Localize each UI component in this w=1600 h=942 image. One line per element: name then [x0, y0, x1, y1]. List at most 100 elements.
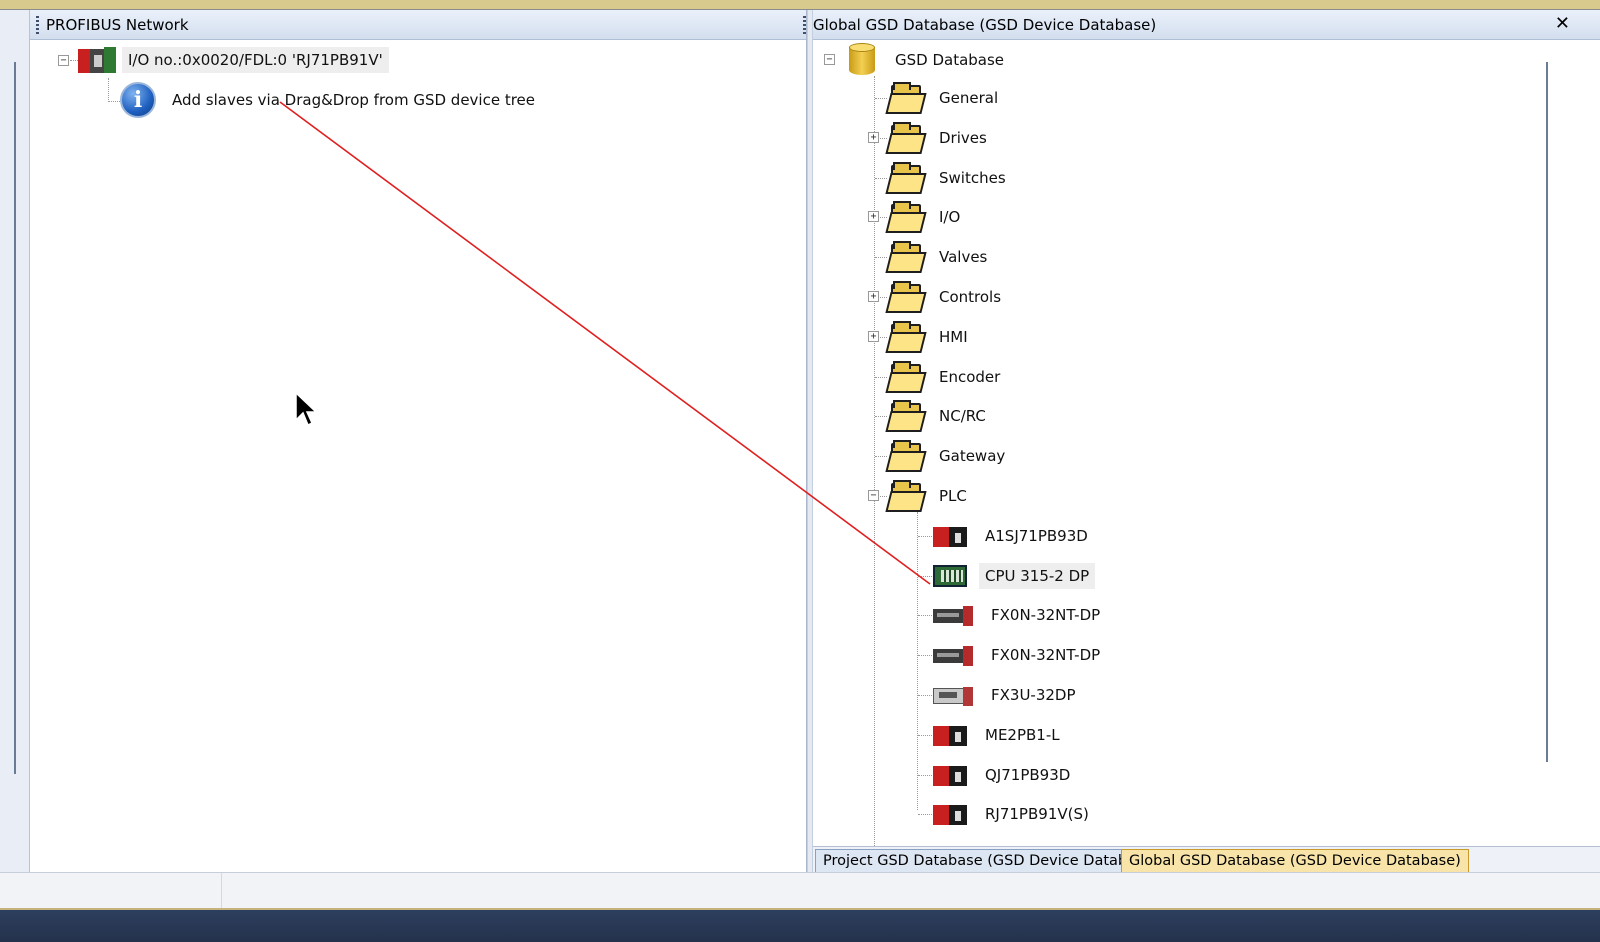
tree-connector	[918, 615, 932, 617]
info-icon: i	[120, 82, 156, 118]
red-module-icon	[933, 764, 967, 786]
tree-device-label: FX0N-32NT-DP	[991, 606, 1101, 625]
tree-folder-label: Drives	[939, 128, 987, 147]
tree-connector	[918, 734, 932, 736]
folder-icon	[885, 360, 927, 394]
panel-title: Global GSD Database (GSD Device Database…	[813, 16, 1157, 34]
folder-icon	[885, 121, 927, 155]
tree-folder-i-o[interactable]: I/O	[885, 199, 966, 235]
tree-device-me2pb1-l[interactable]: ME2PB1-L	[933, 717, 1066, 753]
tree-device-label: FX0N-32NT-DP	[991, 646, 1101, 665]
plc-master-icon	[78, 45, 116, 75]
tree-connector	[875, 177, 887, 179]
tree-folder-nc-rc[interactable]: NC/RC	[885, 398, 992, 434]
tree-connector	[70, 60, 78, 61]
tree-device-cpu-315-2-dp[interactable]: CPU 315-2 DP	[933, 558, 1096, 594]
tree-folder-label: Valves	[939, 248, 988, 267]
expand-hmi-icon[interactable]: +	[868, 330, 879, 342]
status-bar	[0, 872, 1600, 908]
folder-icon	[885, 81, 927, 115]
tree-folder-drives[interactable]: Drives	[885, 120, 993, 156]
left-dock-strip	[0, 10, 30, 890]
drag-grip-icon[interactable]	[803, 16, 806, 34]
right-scroll-indicator[interactable]	[1546, 62, 1548, 762]
tree-connector	[918, 535, 932, 537]
status-segment	[0, 873, 222, 908]
tree-folder-label: Controls	[939, 288, 1002, 306]
expand-controls-icon[interactable]: +	[868, 291, 879, 302]
expand-drives-icon[interactable]: +	[868, 131, 879, 143]
tree-folder-label: Encoder	[939, 367, 1001, 386]
tree-root-gsd-database[interactable]: GSD Database	[849, 42, 1010, 78]
tree-connector	[875, 98, 887, 99]
tree-device-label: CPU 315-2 DP	[979, 562, 1096, 589]
drag-grip-icon[interactable]	[36, 16, 39, 34]
collapse-master-icon[interactable]: −	[58, 55, 69, 66]
profibus-network-titlebar[interactable]: PROFIBUS Network	[30, 10, 806, 40]
tree-device-qj71pb93d[interactable]: QJ71PB93D	[933, 757, 1076, 793]
mouse-cursor-icon	[295, 392, 318, 427]
tree-device-label: QJ71PB93D	[985, 765, 1071, 784]
red-module-icon	[933, 724, 967, 746]
fx-module-icon	[933, 644, 973, 667]
folder-icon	[885, 200, 927, 234]
tree-folder-label: HMI	[939, 327, 968, 346]
folder-icon	[885, 399, 927, 433]
left-dock-scroll-indicator[interactable]	[14, 62, 16, 774]
folder-icon	[885, 280, 927, 314]
tree-folder-valves[interactable]: Valves	[885, 239, 993, 275]
info-hint-row: i Add slaves via Drag&Drop from GSD devi…	[120, 82, 541, 118]
window-bottom-bar	[0, 908, 1600, 942]
tree-device-a1sj71pb93d[interactable]: A1SJ71PB93D	[933, 518, 1094, 554]
green-module-icon	[933, 564, 967, 587]
tree-folder-switches[interactable]: Switches	[885, 160, 1012, 196]
expand-i-o-icon[interactable]: +	[868, 211, 879, 223]
tree-connector	[108, 78, 109, 102]
tree-folder-gateway[interactable]: Gateway	[885, 438, 1011, 474]
gsd-database-panel: Global GSD Database (GSD Device Database…	[803, 10, 1600, 890]
tree-device-fx0n-32nt-dp[interactable]: FX0N-32NT-DP	[933, 637, 1106, 673]
database-icon	[849, 43, 875, 77]
tree-connector	[918, 695, 932, 696]
tree-device-label: A1SJ71PB93D	[985, 526, 1088, 545]
tree-folder-hmi[interactable]: HMI	[885, 319, 974, 355]
tree-connector	[875, 416, 887, 418]
close-icon[interactable]: ✕	[1555, 13, 1570, 34]
tree-device-fx3u-32dp[interactable]: FX3U-32DP	[933, 677, 1082, 713]
tree-device-label: ME2PB1-L	[985, 725, 1060, 744]
red-module-icon	[933, 525, 967, 547]
folder-icon	[885, 479, 927, 513]
tree-connector	[917, 511, 918, 811]
panel-title: PROFIBUS Network	[46, 16, 189, 34]
tree-connector	[875, 257, 887, 259]
tree-folder-label: Gateway	[939, 447, 1006, 466]
gsd-database-titlebar[interactable]: Global GSD Database (GSD Device Database…	[803, 10, 1600, 40]
collapse-plc-icon[interactable]: −	[868, 490, 879, 501]
info-hint-text: Add slaves via Drag&Drop from GSD device…	[172, 91, 536, 109]
tree-device-rj71pb91v-s-[interactable]: RJ71PB91V(S)	[933, 796, 1095, 832]
tree-connector	[108, 101, 120, 102]
tree-folder-controls[interactable]: Controls	[885, 279, 1007, 315]
tree-folder-encoder[interactable]: Encoder	[885, 359, 1006, 395]
tree-connector	[918, 655, 932, 657]
folder-icon	[885, 320, 927, 354]
tree-device-fx0n-32nt-dp[interactable]: FX0N-32NT-DP	[933, 597, 1106, 633]
master-node[interactable]: I/O no.:0x0020/FDL:0 'RJ71PB91V'	[78, 42, 389, 78]
tree-connector	[918, 575, 932, 577]
tree-folder-general[interactable]: General	[885, 80, 1004, 116]
folder-icon	[885, 240, 927, 274]
tree-folder-label: Switches	[939, 168, 1006, 187]
tree-device-label: RJ71PB91V(S)	[985, 805, 1089, 824]
tree-folder-plc[interactable]: PLC	[885, 478, 973, 514]
fx3-module-icon	[933, 684, 973, 706]
folder-icon	[885, 439, 927, 473]
tree-connector	[874, 76, 875, 846]
tree-root-label: GSD Database	[895, 51, 1005, 69]
tree-folder-label: General	[939, 89, 999, 107]
fx-module-icon	[933, 604, 973, 627]
window-top-edge	[0, 0, 1600, 10]
workspace: PROFIBUS Network − I/O no.:0x0020/FDL:0 …	[0, 10, 1600, 893]
tree-connector	[918, 774, 932, 776]
profibus-network-panel: PROFIBUS Network − I/O no.:0x0020/FDL:0 …	[30, 10, 807, 890]
collapse-root-icon[interactable]: −	[824, 54, 835, 65]
